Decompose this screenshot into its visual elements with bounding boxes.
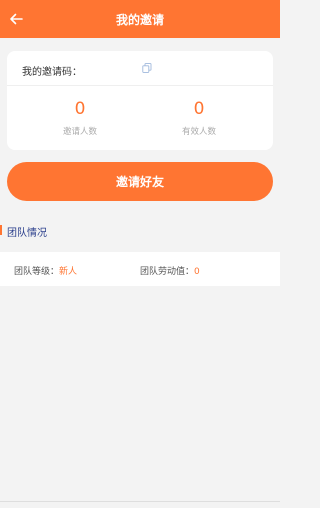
section-marker <box>0 225 2 235</box>
team-level-label: 团队等级： <box>14 267 60 277</box>
invite-code-row: 我的邀请码： <box>7 51 273 86</box>
team-level: 团队等级：新人 <box>14 264 77 277</box>
page-title: 我的邀请 <box>115 12 164 27</box>
invited-count-value: 0 <box>74 99 86 119</box>
valid-count-stat: 0 有效人数 <box>139 99 259 137</box>
bottom-divider <box>0 501 280 502</box>
team-labor: 团队劳动值：0 <box>140 264 200 277</box>
invited-count-stat: 0 邀请人数 <box>20 99 140 137</box>
copy-icon[interactable] <box>142 63 152 73</box>
team-info-card: 团队等级：新人 团队劳动值：0 <box>0 252 280 286</box>
team-labor-label: 团队劳动值： <box>140 267 195 277</box>
team-level-value: 新人 <box>59 267 78 277</box>
team-labor-value: 0 <box>194 267 200 277</box>
invited-count-label: 邀请人数 <box>62 127 97 137</box>
arrow-left-icon[interactable] <box>8 11 24 27</box>
team-section-title: 团队情况 <box>7 228 47 239</box>
valid-count-value: 0 <box>193 99 205 119</box>
valid-count-label: 有效人数 <box>181 127 216 137</box>
invite-code-label: 我的邀请码： <box>22 67 82 78</box>
invite-card: 我的邀请码： 0 邀请人数 0 有效人数 <box>7 51 273 150</box>
header-bar: 我的邀请 <box>0 0 280 38</box>
invite-friends-button[interactable]: 邀请好友 <box>7 162 273 201</box>
